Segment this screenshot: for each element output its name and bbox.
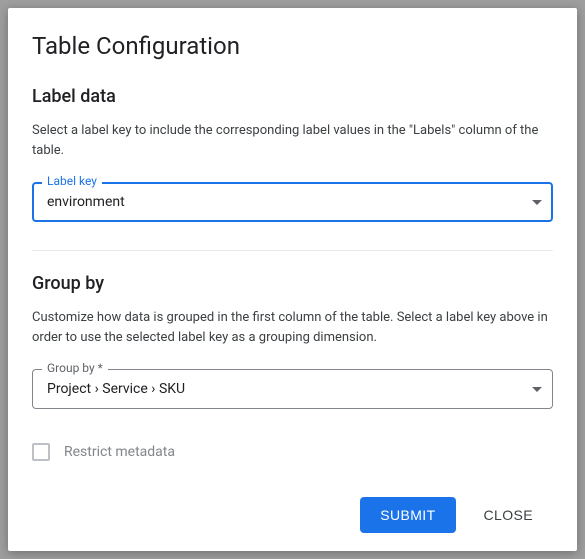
chevron-down-icon (532, 200, 542, 205)
restrict-metadata-label: Restrict metadata (64, 444, 175, 460)
label-key-field: Label key environment (32, 182, 553, 222)
group-by-heading: Group by (32, 273, 553, 294)
chevron-down-icon (532, 387, 542, 392)
group-by-value: Project › Service › SKU (47, 381, 185, 397)
label-data-heading: Label data (32, 86, 553, 107)
table-config-dialog: Table Configuration Label data Select a … (8, 8, 577, 551)
submit-button[interactable]: SUBMIT (360, 497, 455, 533)
label-data-description: Select a label key to include the corres… (32, 121, 553, 160)
restrict-metadata-checkbox[interactable] (32, 443, 50, 461)
restrict-metadata-row: Restrict metadata (32, 443, 553, 461)
group-by-field: Group by * Project › Service › SKU (32, 369, 553, 409)
group-by-description: Customize how data is grouped in the fir… (32, 308, 553, 347)
dialog-actions: SUBMIT CLOSE (32, 477, 553, 533)
section-divider (32, 250, 553, 251)
label-key-value: environment (47, 194, 125, 210)
dialog-title: Table Configuration (32, 32, 553, 60)
group-by-field-label: Group by * (42, 361, 108, 375)
close-button[interactable]: CLOSE (464, 497, 553, 533)
label-key-select[interactable]: environment (32, 182, 553, 222)
group-by-select[interactable]: Project › Service › SKU (32, 369, 553, 409)
label-key-field-label: Label key (42, 174, 102, 188)
